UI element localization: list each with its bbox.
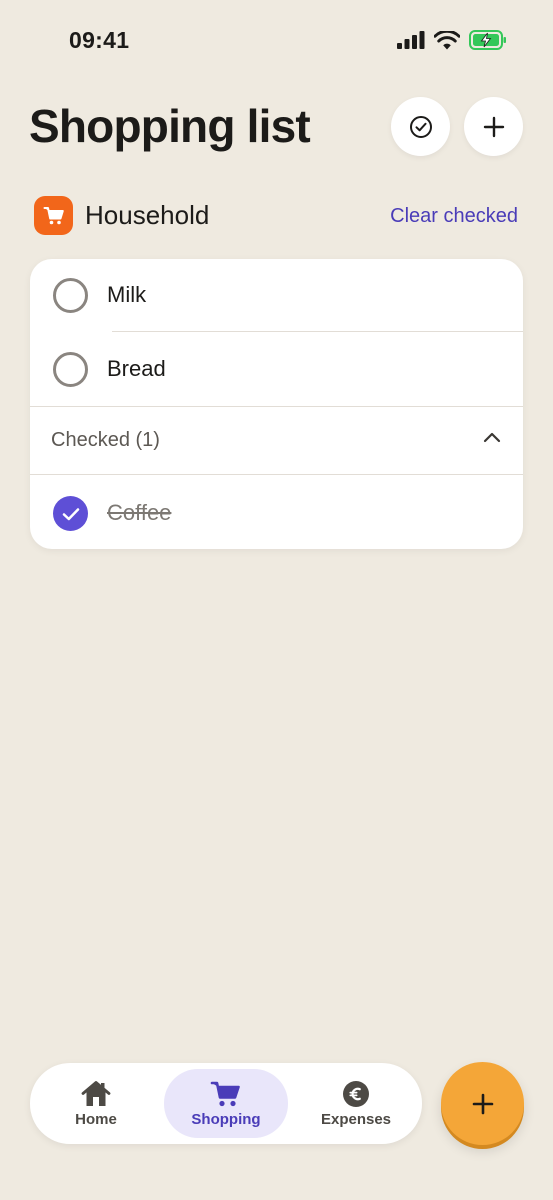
shopping-list-card: Milk Bread Checked (1) Coffee (30, 259, 523, 549)
item-label: Bread (107, 356, 166, 381)
add-item-fab[interactable] (441, 1062, 524, 1145)
tab-label: Home (75, 1111, 117, 1128)
group-icon (34, 196, 73, 235)
screen: 09:41 Shopping list Household Clear chec… (0, 0, 553, 1200)
signal-icon (397, 31, 425, 49)
check-all-button[interactable] (391, 97, 450, 156)
plus-icon (483, 116, 504, 137)
clear-checked-link[interactable]: Clear checked (390, 203, 518, 229)
status-bar: 09:41 (0, 0, 553, 84)
checked-radio-icon[interactable] (53, 496, 88, 531)
tab-home[interactable]: Home (34, 1069, 158, 1138)
home-icon (80, 1079, 112, 1109)
add-button[interactable] (464, 97, 523, 156)
tab-shopping[interactable]: Shopping (164, 1069, 288, 1138)
item-label: Coffee (107, 500, 172, 525)
check-circle-icon (409, 115, 432, 138)
list-item[interactable]: Bread (30, 333, 523, 405)
plus-icon (472, 1093, 493, 1114)
page-title: Shopping list (29, 100, 311, 152)
wifi-icon (434, 30, 460, 49)
unchecked-radio-icon[interactable] (53, 352, 88, 387)
chevron-up-icon (483, 432, 501, 443)
unchecked-radio-icon[interactable] (53, 278, 88, 313)
tab-expenses[interactable]: Expenses (294, 1069, 418, 1138)
status-icons (397, 30, 507, 50)
battery-icon (469, 30, 506, 50)
bottom-tab-bar: Home Shopping Expenses (30, 1063, 422, 1144)
checked-section-label: Checked (1) (51, 429, 160, 451)
list-item-checked[interactable]: Coffee (30, 477, 523, 549)
checkmark-icon (62, 507, 79, 520)
cart-icon (43, 206, 64, 224)
tab-label: Expenses (320, 1111, 392, 1128)
cart-icon (210, 1079, 242, 1109)
divider (112, 331, 523, 332)
status-time: 09:41 (69, 27, 130, 53)
divider (30, 474, 523, 475)
list-item[interactable]: Milk (30, 259, 523, 331)
euro-icon (340, 1079, 372, 1109)
tab-label: Shopping (191, 1111, 261, 1128)
group-name: Household (85, 200, 210, 230)
item-label: Milk (107, 282, 147, 307)
checked-section-header[interactable]: Checked (1) (30, 406, 523, 474)
